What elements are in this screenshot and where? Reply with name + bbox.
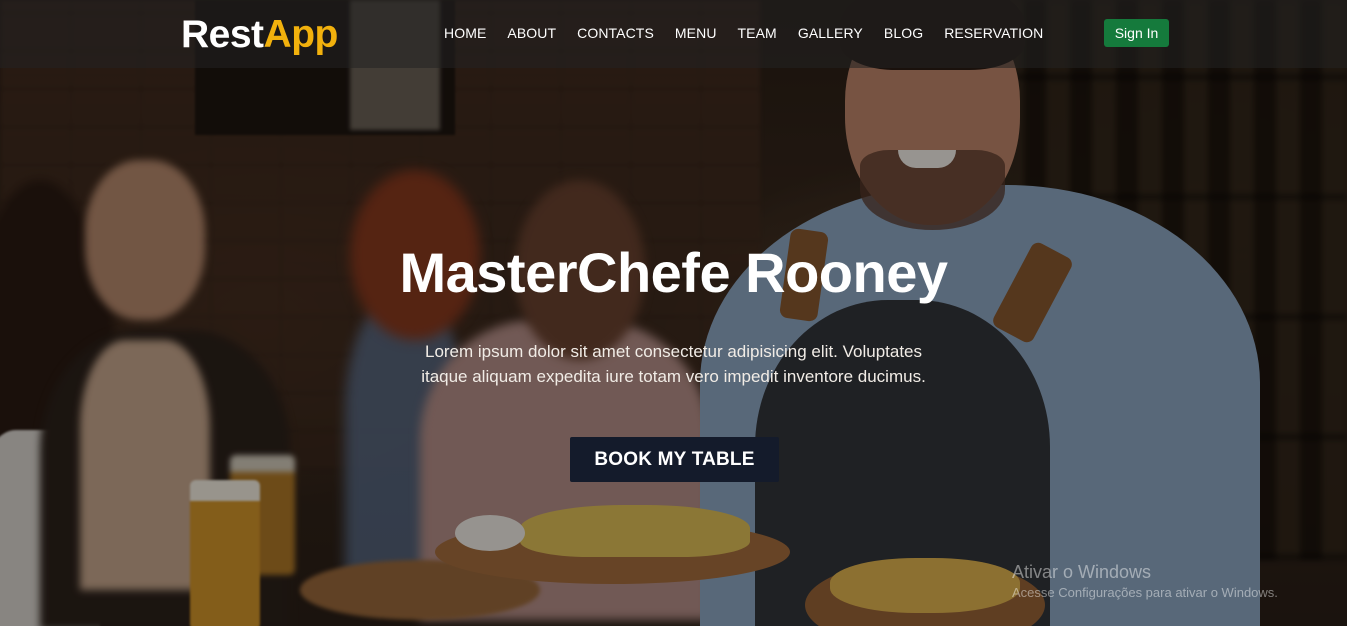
brand-logo[interactable]: RestApp	[181, 12, 338, 58]
nav-link-gallery[interactable]: GALLERY	[798, 24, 863, 42]
brand-logo-app: App	[263, 13, 339, 56]
nav-link-team[interactable]: TEAM	[738, 24, 777, 42]
hero-dark-overlay	[0, 0, 1347, 626]
nav-link-about[interactable]: ABOUT	[507, 24, 556, 42]
hero-description: Lorem ipsum dolor sit amet consectetur a…	[421, 342, 926, 386]
nav-link-reservation[interactable]: RESERVATION	[944, 24, 1043, 42]
nav-links: HOME ABOUT CONTACTS MENU TEAM GALLERY BL…	[444, 24, 1064, 42]
nav-link-menu[interactable]: MENU	[675, 24, 717, 42]
watermark-subtitle: Acesse Configurações para ativar o Windo…	[1012, 585, 1278, 600]
nav-link-contacts[interactable]: CONTACTS	[577, 24, 654, 42]
book-my-table-button[interactable]: BOOK MY TABLE	[570, 437, 779, 482]
watermark-title: Ativar o Windows	[1012, 562, 1152, 582]
hero-title: MasterChefe Rooney	[399, 241, 948, 304]
nav-link-blog[interactable]: BLOG	[884, 24, 923, 42]
sign-in-button[interactable]: Sign In	[1104, 19, 1169, 47]
brand-logo-rest: Rest	[181, 13, 264, 56]
windows-activation-watermark: Ativar o Windows Acesse Configurações pa…	[1012, 561, 1278, 603]
top-navbar: RestApp HOME ABOUT CONTACTS MENU TEAM GA…	[0, 0, 1347, 68]
nav-link-home[interactable]: HOME	[444, 24, 486, 42]
hero-background-image	[0, 0, 1347, 626]
